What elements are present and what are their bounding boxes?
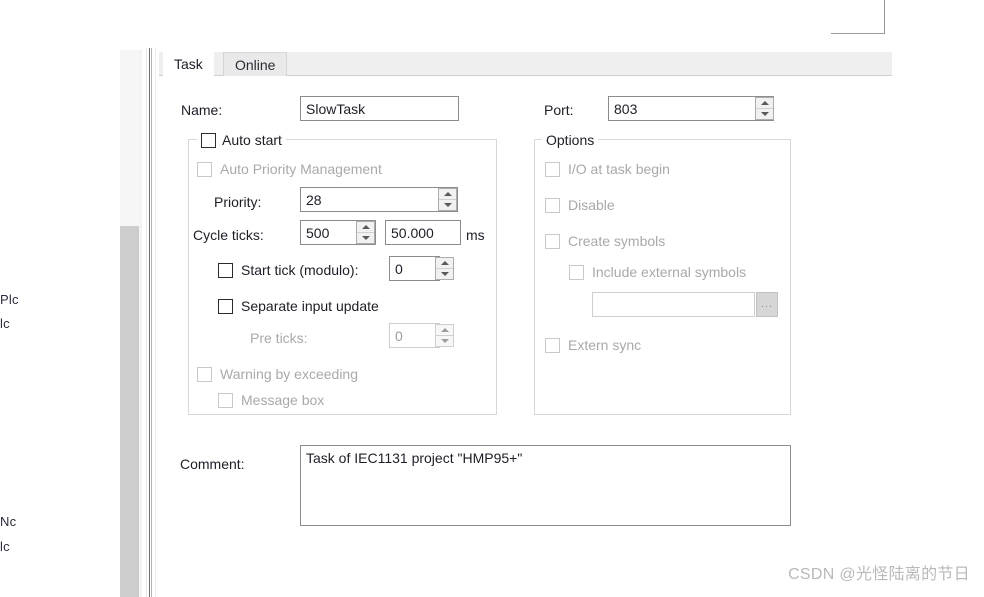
cycle-ticks-spinner[interactable] xyxy=(356,221,375,244)
cycle-ticks-spinner-up[interactable] xyxy=(357,222,374,233)
start-tick-spinner-up[interactable] xyxy=(436,258,453,269)
priority-label: Priority: xyxy=(214,194,262,210)
tab-online-label: Online xyxy=(235,56,276,73)
port-input[interactable]: 803 xyxy=(608,96,774,121)
start-tick-spinner[interactable] xyxy=(435,257,454,280)
watermark: CSDN @光怪陆离的节日 xyxy=(788,566,970,583)
start-tick-checkbox[interactable] xyxy=(218,262,233,278)
comment-textarea[interactable]: Task of IEC1131 project "HMP95+" xyxy=(300,445,791,526)
start-tick-input[interactable]: 0 xyxy=(389,256,440,281)
browse-button[interactable]: ... xyxy=(756,292,778,317)
io-at-task-begin-checkbox[interactable] xyxy=(545,161,560,177)
message-box-label: Message box xyxy=(241,392,325,408)
disable-row[interactable]: Disable xyxy=(545,197,615,213)
pre-ticks-spinner-down[interactable] xyxy=(436,336,453,346)
port-label: Port: xyxy=(544,102,574,118)
disable-label: Disable xyxy=(568,197,615,213)
options-label: Options xyxy=(546,132,595,148)
window-frame-corner xyxy=(831,0,885,34)
name-input[interactable]: SlowTask xyxy=(300,96,459,121)
tree-item-fragment-nc[interactable]: Nc xyxy=(0,514,16,529)
priority-spinner-down[interactable] xyxy=(439,200,456,210)
io-at-task-begin-row[interactable]: I/O at task begin xyxy=(545,161,670,177)
auto-start-label: Auto start xyxy=(222,132,282,148)
cycle-time-unit-label: ms xyxy=(466,227,485,243)
separate-input-update-row[interactable]: Separate input update xyxy=(218,298,379,314)
include-external-symbols-checkbox[interactable] xyxy=(569,264,584,280)
extern-sync-label: Extern sync xyxy=(568,337,642,353)
options-group-title: Options xyxy=(542,131,599,149)
priority-spinner[interactable] xyxy=(438,188,457,211)
tree-item-fragment-plc[interactable]: Plc xyxy=(0,292,19,307)
splitter-edge-right xyxy=(155,48,156,597)
tab-strip: Task Online xyxy=(159,52,892,76)
create-symbols-label: Create symbols xyxy=(568,233,666,249)
port-spinner-up[interactable] xyxy=(756,98,773,109)
tab-task[interactable]: Task xyxy=(163,52,214,76)
extern-sync-row[interactable]: Extern sync xyxy=(545,337,641,353)
start-tick-row[interactable]: Start tick (modulo): xyxy=(218,262,358,278)
application-window: Plc lc Nc lc Task Online Name: SlowTask … xyxy=(0,0,984,597)
pre-ticks-spinner-up[interactable] xyxy=(436,325,453,336)
tab-online[interactable]: Online xyxy=(223,52,288,76)
port-spinner-down[interactable] xyxy=(756,109,773,119)
cycle-ticks-label: Cycle ticks: xyxy=(193,227,264,243)
tree-item-fragment-lc-1[interactable]: lc xyxy=(0,316,10,331)
io-at-task-begin-label: I/O at task begin xyxy=(568,161,670,177)
external-symbols-path-input[interactable] xyxy=(592,292,755,317)
splitter-edge-left xyxy=(146,48,147,597)
cycle-ticks-spinner-down[interactable] xyxy=(357,233,374,243)
extern-sync-checkbox[interactable] xyxy=(545,337,560,353)
auto-priority-management-checkbox[interactable] xyxy=(197,161,212,177)
splitter-edge-mid xyxy=(151,48,152,597)
splitter-handle[interactable] xyxy=(149,48,150,597)
warning-by-exceeding-checkbox[interactable] xyxy=(197,366,212,382)
start-tick-spinner-down[interactable] xyxy=(436,269,453,279)
name-label: Name: xyxy=(181,102,223,118)
message-box-row[interactable]: Message box xyxy=(218,392,324,408)
disable-checkbox[interactable] xyxy=(545,197,560,213)
auto-priority-management-label: Auto Priority Management xyxy=(220,161,382,177)
auto-priority-management-row[interactable]: Auto Priority Management xyxy=(197,161,382,177)
comment-label: Comment: xyxy=(180,456,245,472)
create-symbols-row[interactable]: Create symbols xyxy=(545,233,665,249)
pre-ticks-spinner[interactable] xyxy=(435,324,454,347)
include-external-symbols-row[interactable]: Include external symbols xyxy=(569,264,746,280)
separate-input-update-label: Separate input update xyxy=(241,298,379,314)
create-symbols-checkbox[interactable] xyxy=(545,233,560,249)
message-box-checkbox[interactable] xyxy=(218,392,233,408)
priority-spinner-up[interactable] xyxy=(439,189,456,200)
vertical-scrollbar-thumb[interactable] xyxy=(120,226,139,597)
pre-ticks-label: Pre ticks: xyxy=(250,330,308,346)
separate-input-update-checkbox[interactable] xyxy=(218,298,233,314)
warning-by-exceeding-row[interactable]: Warning by exceeding xyxy=(197,366,358,382)
priority-input[interactable]: 28 xyxy=(300,187,458,212)
tree-item-fragment-lc-2[interactable]: lc xyxy=(0,539,10,554)
port-spinner[interactable] xyxy=(755,97,774,120)
auto-start-group-title: Auto start xyxy=(197,131,286,149)
cycle-time-input[interactable]: 50.000 xyxy=(385,220,461,245)
auto-start-checkbox[interactable] xyxy=(201,132,216,148)
start-tick-label: Start tick (modulo): xyxy=(241,262,359,278)
tab-task-label: Task xyxy=(174,55,203,72)
pre-ticks-input[interactable]: 0 xyxy=(389,323,440,348)
warning-by-exceeding-label: Warning by exceeding xyxy=(220,366,359,382)
task-settings-page: Name: SlowTask Port: 803 Auto start Auto… xyxy=(159,76,892,597)
include-external-symbols-label: Include external symbols xyxy=(592,264,747,280)
